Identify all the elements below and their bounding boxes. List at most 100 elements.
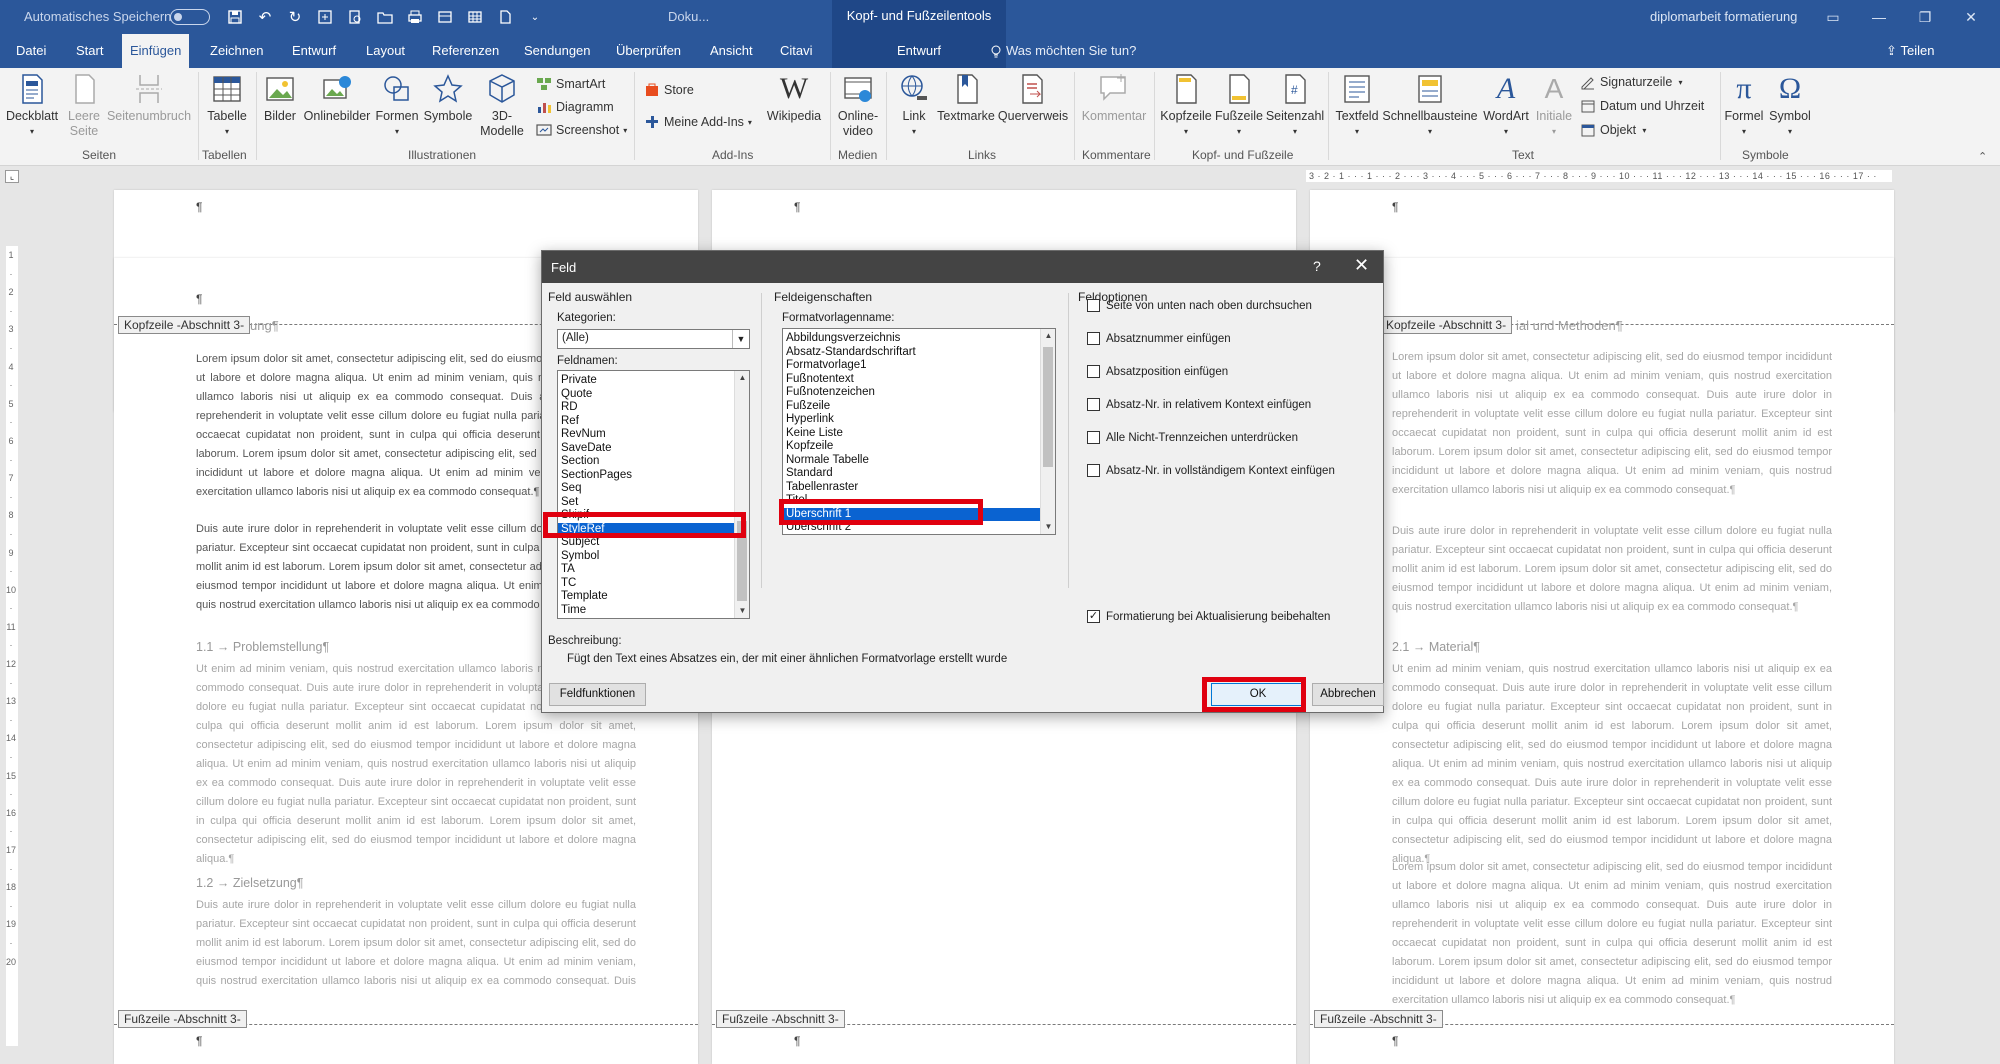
help-button[interactable]: ? <box>1313 258 1321 274</box>
field-option-checkbox[interactable]: Alle Nicht-Trennzeichen unterdrücken <box>1087 431 1298 444</box>
format-painter-icon[interactable] <box>312 6 338 28</box>
symbol-button[interactable]: Ω Symbol ▾ <box>1766 72 1814 139</box>
table-icon[interactable] <box>462 6 488 28</box>
feldname-item[interactable]: SectionPages <box>558 469 749 483</box>
leere-seite-button[interactable]: Leere Seite <box>64 72 104 139</box>
feldname-item[interactable]: Seq <box>558 482 749 496</box>
feldname-item[interactable]: Subject <box>558 536 749 550</box>
deckblatt-button[interactable]: Deckblatt ▾ <box>6 72 58 139</box>
tab-layout[interactable]: Layout <box>358 34 413 68</box>
feldname-item[interactable]: Quote <box>558 388 749 402</box>
tab-referenzen[interactable]: Referenzen <box>424 34 507 68</box>
initiale-button[interactable]: A Initiale ▾ <box>1534 72 1574 139</box>
checkbox-box[interactable] <box>1087 299 1100 312</box>
seitenumbruch-button[interactable]: Seitenumbruch <box>106 72 192 124</box>
feldname-item[interactable]: Time <box>558 604 749 618</box>
tab-citavi[interactable]: Citavi <box>772 34 821 68</box>
seitenzahl-button[interactable]: # Seitenzahl ▾ <box>1266 72 1324 139</box>
save-icon[interactable] <box>222 6 248 28</box>
feldname-item[interactable]: Ref <box>558 415 749 429</box>
feldname-item[interactable]: SaveDate <box>558 442 749 456</box>
tabelle-button[interactable]: Tabelle ▾ <box>204 72 250 139</box>
minimize-icon[interactable]: — <box>1856 0 1902 34</box>
horizontal-ruler[interactable]: 3 · 2 · 1 · · · 1 · · · 2 · · · 3 · · · … <box>1306 170 1892 182</box>
tab-zeichnen[interactable]: Zeichnen <box>202 34 271 68</box>
feldnamen-list[interactable]: Private Quote RD Ref RevNum SaveDate Section Se… <box>557 370 750 619</box>
maximize-icon[interactable]: ❐ <box>1902 0 1948 34</box>
schnellbausteine-button[interactable]: Schnellbausteine ▾ <box>1382 72 1478 139</box>
tell-me-search[interactable]: Was möchten Sie tun? <box>990 34 1136 68</box>
store-button[interactable]: Store <box>644 82 694 98</box>
tab-stop-selector[interactable]: ⌞ <box>5 170 19 183</box>
feldname-item[interactable]: Private <box>558 374 749 388</box>
formatvorlage-item[interactable]: Fußzeile <box>783 400 1055 414</box>
tab-entwurf[interactable]: Entwurf <box>284 34 344 68</box>
querverweis-button[interactable]: Querverweis <box>998 72 1068 124</box>
print-preview-icon[interactable] <box>342 6 368 28</box>
dialog-title-bar[interactable]: Feld ? ✕ <box>542 251 1383 283</box>
kopfzeile-button[interactable]: Kopfzeile ▾ <box>1158 72 1214 139</box>
new-document-icon[interactable] <box>492 6 518 28</box>
layout-icon[interactable] <box>432 6 458 28</box>
field-option-checkbox[interactable]: Seite von unten nach oben durchsuchen <box>1087 299 1312 312</box>
feldname-item[interactable]: TC <box>558 577 749 591</box>
tab-ansicht[interactable]: Ansicht <box>702 34 761 68</box>
redo-icon[interactable]: ↻ <box>282 6 308 28</box>
wikipedia-button[interactable]: W Wikipedia <box>764 72 824 124</box>
formatvorlage-item[interactable]: Tabellenraster <box>783 481 1055 495</box>
formatvorlage-item[interactable]: Hyperlink <box>783 413 1055 427</box>
objekt-button[interactable]: Objekt ▾ <box>1580 122 1646 138</box>
formatvorlagen-scrollbar[interactable]: ▲ ▼ <box>1040 329 1055 534</box>
wordart-button[interactable]: A WordArt ▾ <box>1478 72 1534 139</box>
bilder-button[interactable]: Bilder <box>260 72 300 124</box>
ribbon-display-icon[interactable]: ▭ <box>1810 0 1856 34</box>
chevron-down-icon[interactable]: ▼ <box>732 330 749 348</box>
datum-uhrzeit-button[interactable]: Datum und Uhrzeit <box>1580 98 1704 114</box>
onlinevideo-button[interactable]: Online-video <box>834 72 882 139</box>
feldname-item[interactable]: Template <box>558 590 749 604</box>
formatvorlage-item[interactable]: Kopfzeile <box>783 440 1055 454</box>
feldname-item[interactable]: Section <box>558 455 749 469</box>
checkbox-box[interactable]: ✓ <box>1087 610 1100 623</box>
scroll-down-icon[interactable]: ▼ <box>735 604 749 618</box>
checkbox-box[interactable] <box>1087 365 1100 378</box>
formatvorlage-item[interactable]: Keine Liste <box>783 427 1055 441</box>
scroll-thumb[interactable] <box>1043 347 1053 467</box>
formatvorlage-item[interactable]: Fußnotentext <box>783 373 1055 387</box>
fusszeile-button[interactable]: Fußzeile ▾ <box>1214 72 1264 139</box>
close-window-icon[interactable]: ✕ <box>1948 0 1994 34</box>
3d-modelle-button[interactable]: 3D-Modelle <box>476 72 528 139</box>
tab-ueberpruefen[interactable]: Überprüfen <box>608 34 689 68</box>
screenshot-button[interactable]: Screenshot ▾ <box>536 122 627 138</box>
formatvorlage-item[interactable]: Standard <box>783 467 1055 481</box>
textmarke-button[interactable]: Textmarke <box>936 72 996 124</box>
open-folder-icon[interactable] <box>372 6 398 28</box>
feldname-item[interactable]: RevNum <box>558 428 749 442</box>
undo-icon[interactable]: ↶ <box>252 6 278 28</box>
signaturzeile-button[interactable]: Signaturzeile ▾ <box>1580 74 1683 90</box>
close-icon[interactable]: ✕ <box>1354 255 1369 276</box>
onlinebilder-button[interactable]: Onlinebilder <box>302 72 372 124</box>
tab-context-entwurf[interactable]: Entwurf <box>832 34 1006 68</box>
vertical-ruler[interactable]: 1 · 2 · 3 · 4 · 5 · 6 · 7 · 8 · 9 · 10 · 11 · 12 · 13 · 14 · 15 · 16 · 1… <box>6 246 18 1046</box>
collapse-ribbon-icon[interactable]: ⌃ <box>1978 150 1987 163</box>
feldfunktionen-button[interactable]: Feldfunktionen <box>549 683 646 706</box>
tab-sendungen[interactable]: Sendungen <box>516 34 599 68</box>
scroll-down-icon[interactable]: ▼ <box>1041 520 1055 534</box>
checkbox-box[interactable] <box>1087 398 1100 411</box>
textfeld-button[interactable]: Textfeld ▾ <box>1332 72 1382 139</box>
tab-start[interactable]: Start <box>68 34 111 68</box>
meine-addins-button[interactable]: Meine Add-Ins ▾ <box>644 114 752 130</box>
formatvorlage-item[interactable]: Abbildungsverzeichnis <box>783 332 1055 346</box>
field-option-checkbox[interactable]: Absatznummer einfügen <box>1087 332 1231 345</box>
keep-format-checkbox[interactable]: ✓ Formatierung bei Aktualisierung beibeh… <box>1087 610 1330 623</box>
abbrechen-button[interactable]: Abbrechen <box>1312 683 1384 706</box>
feldnamen-scrollbar[interactable]: ▲ ▼ <box>734 371 749 618</box>
feldname-item[interactable]: RD <box>558 401 749 415</box>
print-icon[interactable] <box>402 6 428 28</box>
smartart-button[interactable]: SmartArt <box>536 76 605 92</box>
formatvorlage-item[interactable]: Formatvorlage1 <box>783 359 1055 373</box>
checkbox-box[interactable] <box>1087 464 1100 477</box>
tab-datei[interactable]: Datei <box>8 34 54 68</box>
field-option-checkbox[interactable]: Absatzposition einfügen <box>1087 365 1228 378</box>
